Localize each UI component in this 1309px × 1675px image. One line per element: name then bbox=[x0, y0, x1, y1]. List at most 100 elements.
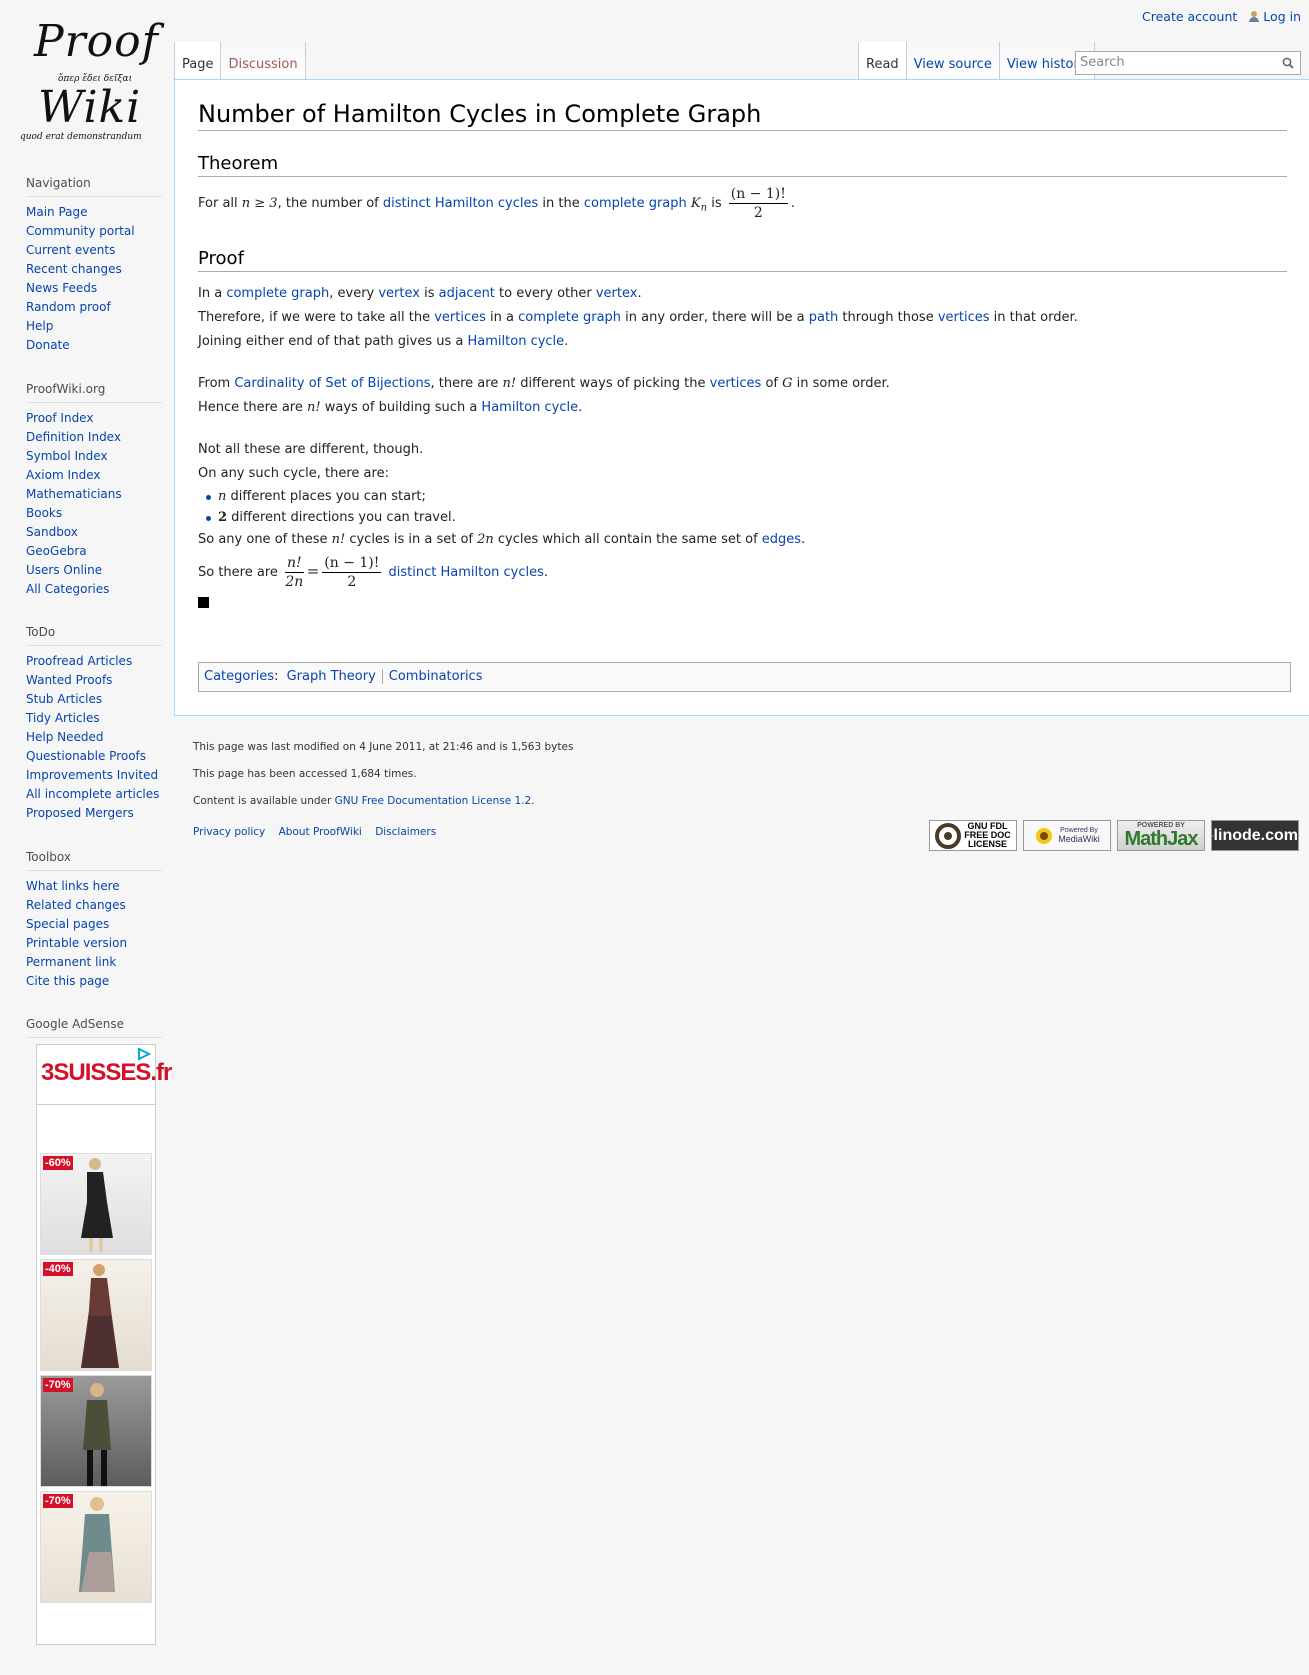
link-vertices[interactable]: vertices bbox=[434, 310, 486, 325]
tab-view-source[interactable]: View source bbox=[906, 42, 1000, 79]
about-link[interactable]: About ProofWiki bbox=[279, 826, 362, 838]
sidebar-item-axiom-index[interactable]: Axiom Index bbox=[26, 466, 162, 485]
sidebar-item-all-categories[interactable]: All Categories bbox=[26, 580, 162, 599]
sidebar-item-symbol-index[interactable]: Symbol Index bbox=[26, 447, 162, 466]
ad-dress-image bbox=[81, 1264, 119, 1368]
mediawiki-badge[interactable]: Powered By MediaWiki bbox=[1023, 820, 1111, 851]
link-distinct-hamilton-cycles[interactable]: distinct Hamilton cycles bbox=[383, 196, 538, 211]
link-distinct-hamilton-cycles[interactable]: distinct Hamilton cycles bbox=[389, 565, 544, 580]
sidebar-item-permanent-link[interactable]: Permanent link bbox=[26, 953, 162, 972]
page-title: Number of Hamilton Cycles in Complete Gr… bbox=[198, 96, 1287, 131]
login-link[interactable]: Log in bbox=[1249, 9, 1301, 24]
fraction-n-factorial-over-2n: n! 2n bbox=[285, 555, 304, 590]
ad-product-tile[interactable]: -70% bbox=[40, 1375, 152, 1487]
portal-proofwiki: ProofWiki.org Proof Index Definition Ind… bbox=[26, 382, 162, 599]
discount-badge: -40% bbox=[43, 1262, 73, 1276]
link-hamilton-cycle[interactable]: Hamilton cycle bbox=[468, 334, 565, 349]
adchoices-icon[interactable] bbox=[137, 1047, 151, 1061]
footer-places: Privacy policy About ProofWiki Disclaime… bbox=[193, 826, 446, 838]
footer-badges: GNU FDL FREE DOC LICENSE Powered By MediaWi… bbox=[929, 820, 1299, 851]
ad-product-tile[interactable]: -60% bbox=[40, 1153, 152, 1255]
search-placeholder: Search bbox=[1080, 55, 1125, 70]
namespace-tabs: Page Discussion bbox=[174, 42, 306, 79]
sidebar-item-stub-articles[interactable]: Stub Articles bbox=[26, 690, 162, 709]
sidebar-item-questionable-proofs[interactable]: Questionable Proofs bbox=[26, 747, 162, 766]
ad-product-tile[interactable]: -40% bbox=[40, 1259, 152, 1371]
tab-page[interactable]: Page bbox=[174, 42, 222, 79]
advertisement[interactable]: 3SUISSES.fr -60% -40% -70% -70% bbox=[36, 1044, 172, 1645]
sidebar-item-printable-version[interactable]: Printable version bbox=[26, 934, 162, 953]
sidebar-item-related-changes[interactable]: Related changes bbox=[26, 896, 162, 915]
sidebar-item-geogebra[interactable]: GeoGebra bbox=[26, 542, 162, 561]
proof-p3: Joining either end of that path gives us… bbox=[198, 334, 569, 349]
link-complete-graph[interactable]: complete graph bbox=[584, 196, 687, 211]
site-logo[interactable]: Proof ὅπερ ἔδει δεῖξαι Wiki quod erat de… bbox=[18, 14, 158, 149]
sidebar-item-current-events[interactable]: Current events bbox=[26, 241, 162, 260]
sidebar-item-proposed-mergers[interactable]: Proposed Mergers bbox=[26, 804, 162, 823]
proof-body: In a complete graph, every vertex is adj… bbox=[198, 284, 1287, 612]
footer-copyright: Content is available under GNU Free Docu… bbox=[193, 795, 535, 807]
tab-discussion[interactable]: Discussion bbox=[221, 42, 306, 79]
fraction-n-minus-1-factorial-over-2: (n − 1)! 2 bbox=[322, 555, 382, 590]
sidebar-item-improvements-invited[interactable]: Improvements Invited bbox=[26, 766, 162, 785]
sidebar-item-recent-changes[interactable]: Recent changes bbox=[26, 260, 162, 279]
link-complete-graph[interactable]: complete graph bbox=[226, 286, 329, 301]
fraction-n-minus-1-factorial-over-2: (n − 1)! 2 bbox=[728, 186, 788, 221]
sidebar-item-tidy-articles[interactable]: Tidy Articles bbox=[26, 709, 162, 728]
ad-header[interactable]: 3SUISSES.fr bbox=[37, 1045, 172, 1105]
sidebar-item-special-pages[interactable]: Special pages bbox=[26, 915, 162, 934]
sidebar-item-users-online[interactable]: Users Online bbox=[26, 561, 162, 580]
discount-badge: -70% bbox=[43, 1494, 73, 1508]
ad-product-tile[interactable]: -70% bbox=[40, 1491, 152, 1603]
link-vertex[interactable]: vertex bbox=[596, 286, 638, 301]
sidebar-item-wanted-proofs[interactable]: Wanted Proofs bbox=[26, 671, 162, 690]
gfdl-badge[interactable]: GNU FDL FREE DOC LICENSE bbox=[929, 820, 1017, 851]
sidebar-item-all-incomplete-articles[interactable]: All incomplete articles bbox=[26, 785, 162, 804]
sidebar-item-mathematicians[interactable]: Mathematicians bbox=[26, 485, 162, 504]
sidebar-item-cite-this-page[interactable]: Cite this page bbox=[26, 972, 162, 991]
linode-badge[interactable]: linode.com bbox=[1211, 820, 1299, 851]
sidebar-item-sandbox[interactable]: Sandbox bbox=[26, 523, 162, 542]
tab-read[interactable]: Read bbox=[858, 42, 907, 79]
category-combinatorics[interactable]: Combinatorics bbox=[389, 669, 483, 684]
link-vertices[interactable]: vertices bbox=[938, 310, 990, 325]
link-vertex[interactable]: vertex bbox=[378, 286, 420, 301]
mathjax-badge[interactable]: POWERED BY MathJax bbox=[1117, 820, 1205, 851]
link-complete-graph[interactable]: complete graph bbox=[518, 310, 621, 325]
sidebar-item-random-proof[interactable]: Random proof bbox=[26, 298, 162, 317]
disclaimers-link[interactable]: Disclaimers bbox=[375, 826, 436, 838]
link-vertices[interactable]: vertices bbox=[710, 376, 762, 391]
link-hamilton-cycle[interactable]: Hamilton cycle bbox=[481, 400, 578, 415]
sidebar-item-proofread-articles[interactable]: Proofread Articles bbox=[26, 652, 162, 671]
categories-label[interactable]: Categories bbox=[204, 669, 274, 684]
search-input[interactable]: Search bbox=[1075, 51, 1301, 75]
sidebar-item-donate[interactable]: Donate bbox=[26, 336, 162, 355]
sidebar-item-help[interactable]: Help bbox=[26, 317, 162, 336]
math-n-ge-3: n ≥ 3 bbox=[241, 196, 278, 211]
proof-bullet-list: n different places you can start; 2 diff… bbox=[198, 486, 1287, 528]
link-adjacent[interactable]: adjacent bbox=[439, 286, 495, 301]
login-label: Log in bbox=[1263, 9, 1301, 24]
sidebar-item-news-feeds[interactable]: News Feeds bbox=[26, 279, 162, 298]
license-link[interactable]: GNU Free Documentation License 1.2 bbox=[335, 795, 532, 807]
footer-last-modified: This page was last modified on 4 June 20… bbox=[193, 741, 574, 753]
proof-p9: So there are n! 2n = (n − 1)! 2 distinct Ham… bbox=[198, 555, 549, 590]
portal-heading: Google AdSense bbox=[26, 1017, 162, 1038]
sidebar-item-community-portal[interactable]: Community portal bbox=[26, 222, 162, 241]
sidebar-item-definition-index[interactable]: Definition Index bbox=[26, 428, 162, 447]
sidebar-item-books[interactable]: Books bbox=[26, 504, 162, 523]
proof-p4: From Cardinality of Set of Bijections, t… bbox=[198, 376, 890, 391]
sidebar-item-help-needed[interactable]: Help Needed bbox=[26, 728, 162, 747]
sidebar-item-proof-index[interactable]: Proof Index bbox=[26, 409, 162, 428]
category-graph-theory[interactable]: Graph Theory bbox=[287, 669, 376, 684]
search-icon[interactable] bbox=[1282, 57, 1294, 69]
create-account-link[interactable]: Create account bbox=[1142, 9, 1237, 24]
link-path[interactable]: path bbox=[809, 310, 839, 325]
sidebar-item-what-links-here[interactable]: What links here bbox=[26, 877, 162, 896]
footer-info: This page was last modified on 4 June 20… bbox=[193, 740, 573, 821]
qed-square-icon bbox=[198, 597, 209, 608]
link-cardinality-of-set-of-bijections[interactable]: Cardinality of Set of Bijections bbox=[234, 376, 430, 391]
sidebar-item-main-page[interactable]: Main Page bbox=[26, 203, 162, 222]
privacy-policy-link[interactable]: Privacy policy bbox=[193, 826, 265, 838]
link-edges[interactable]: edges bbox=[762, 532, 801, 547]
